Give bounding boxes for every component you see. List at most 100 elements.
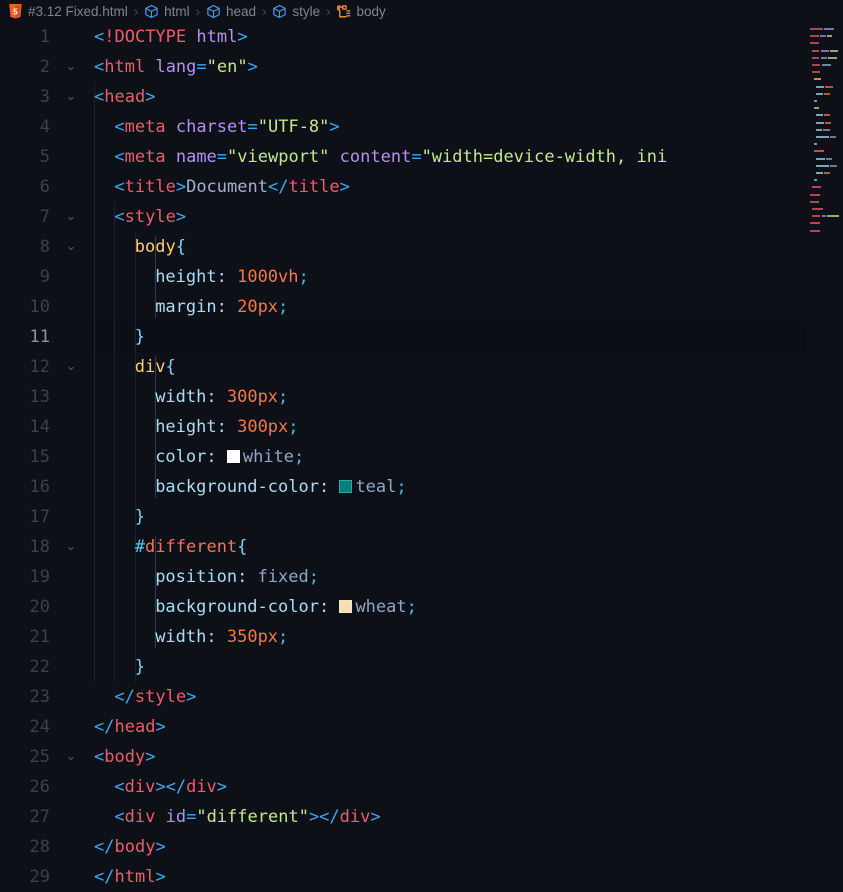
fold-chevron-down-icon[interactable]: ⌄ xyxy=(62,232,80,262)
code-line[interactable]: height: 300px; xyxy=(155,412,298,442)
minimap-line xyxy=(808,136,843,138)
symbol-class-icon xyxy=(206,4,221,19)
fold-chevron-down-icon[interactable]: ⌄ xyxy=(62,52,80,82)
code-line[interactable]: <meta name="viewport" content="width=dev… xyxy=(114,142,667,172)
code-token: = xyxy=(411,147,422,167)
breadcrumb-item-head[interactable]: head xyxy=(206,4,256,19)
code-token: : xyxy=(237,567,258,587)
symbol-rule-icon xyxy=(336,4,352,19)
code-line[interactable]: <div></div> xyxy=(114,772,227,802)
code-line[interactable]: <meta charset="UTF-8"> xyxy=(114,112,339,142)
color-swatch-icon[interactable] xyxy=(339,480,353,493)
line-number: 6 xyxy=(39,177,50,197)
code-line[interactable]: margin: 20px; xyxy=(155,292,288,322)
minimap[interactable] xyxy=(808,22,843,892)
minimap-line xyxy=(808,186,843,189)
code-token: </ xyxy=(114,687,135,707)
code-token: > xyxy=(155,837,166,857)
code-content[interactable]: <!DOCTYPE html> <html lang="en"> <head> <me… xyxy=(90,22,843,892)
fold-chevron-down-icon[interactable]: ⌄ xyxy=(62,352,80,382)
code-line[interactable]: body{ xyxy=(135,232,186,262)
code-token: : xyxy=(318,597,340,617)
code-line[interactable]: background-color: teal; xyxy=(155,472,406,502)
code-line[interactable]: <div id="different"></div> xyxy=(114,802,380,832)
code-line[interactable]: } xyxy=(135,652,145,682)
line-number: 28 xyxy=(29,837,50,857)
code-token: > xyxy=(247,57,258,77)
fold-chevron-down-icon[interactable]: ⌄ xyxy=(62,742,80,772)
code-line[interactable]: background-color: wheat; xyxy=(155,592,417,622)
code-line[interactable]: <title>Document</title> xyxy=(114,172,350,202)
line-number: 20 xyxy=(29,597,50,617)
line-number: 22 xyxy=(29,657,50,677)
minimap-token xyxy=(815,114,824,117)
code-line[interactable]: <head> xyxy=(94,82,155,112)
minimap-line xyxy=(808,200,843,203)
code-line[interactable]: color: white; xyxy=(155,442,304,472)
minimap-token xyxy=(824,114,831,117)
code-token: height xyxy=(155,417,217,437)
minimap-line xyxy=(808,121,843,124)
line-number: 13 xyxy=(29,387,50,407)
minimap-line xyxy=(808,208,843,210)
code-line[interactable]: <!DOCTYPE html> xyxy=(94,22,248,52)
code-line[interactable]: #different{ xyxy=(135,532,248,562)
code-line[interactable]: width: 350px; xyxy=(155,622,288,652)
code-token: < xyxy=(114,207,125,227)
code-line[interactable]: <style> xyxy=(114,202,186,232)
code-token: div xyxy=(186,777,217,797)
code-line[interactable]: position: fixed; xyxy=(155,562,319,592)
minimap-token xyxy=(813,100,817,102)
code-token: </ xyxy=(94,837,115,857)
code-token: 350px xyxy=(226,627,279,647)
code-line[interactable]: <body> xyxy=(94,742,155,772)
code-token: > xyxy=(145,87,156,107)
line-number: 18 xyxy=(29,537,50,557)
code-token: style xyxy=(134,687,187,707)
minimap-token xyxy=(811,71,821,74)
minimap-token xyxy=(821,215,827,218)
code-token: white xyxy=(242,447,295,467)
code-line[interactable]: </head> xyxy=(94,712,166,742)
code-line[interactable]: height: 1000vh; xyxy=(155,262,309,292)
code-line[interactable]: </body> xyxy=(94,832,166,862)
code-token: width xyxy=(155,627,207,647)
breadcrumb-item-style[interactable]: style xyxy=(272,4,320,19)
fold-chevron-down-icon[interactable]: ⌄ xyxy=(62,82,80,112)
minimap-token xyxy=(824,172,831,174)
code-token: !DOCTYPE xyxy=(104,27,187,47)
code-line[interactable]: <html lang="en"> xyxy=(94,52,258,82)
code-token: ; xyxy=(298,267,309,287)
code-token: html xyxy=(104,57,146,77)
code-token: { xyxy=(165,357,176,377)
code-line[interactable]: </style> xyxy=(114,682,196,712)
code-line[interactable]: width: 300px; xyxy=(155,382,288,412)
minimap-token xyxy=(830,49,838,52)
breadcrumb-separator: › xyxy=(326,3,331,19)
code-line[interactable]: } xyxy=(135,322,145,352)
code-line[interactable]: } xyxy=(135,502,145,532)
code-token: body xyxy=(104,747,146,767)
color-swatch-icon[interactable] xyxy=(226,450,240,463)
fold-chevron-down-icon[interactable]: ⌄ xyxy=(62,532,80,562)
minimap-token xyxy=(811,56,820,59)
code-token: name xyxy=(175,147,217,167)
minimap-line xyxy=(808,92,843,95)
line-number: 24 xyxy=(29,717,50,737)
minimap-line xyxy=(808,64,843,66)
breadcrumb-item-body[interactable]: body xyxy=(336,4,386,19)
vscode-editor-window: 5 #3.12 Fixed.html › html › head › style › body 1… xyxy=(0,0,843,892)
line-number: 16 xyxy=(29,477,50,497)
breadcrumb-item-label: #3.12 Fixed.html xyxy=(28,3,128,19)
breadcrumb-item-html[interactable]: html xyxy=(144,4,190,19)
code-line[interactable]: div{ xyxy=(135,352,176,382)
breadcrumb-item-3-12-fixed-html[interactable]: 5 #3.12 Fixed.html xyxy=(8,3,128,19)
line-number: 1 xyxy=(39,27,50,47)
code-line[interactable]: </html> xyxy=(94,862,166,892)
color-swatch-icon[interactable] xyxy=(339,600,353,613)
breadcrumb[interactable]: 5 #3.12 Fixed.html › html › head › style › body xyxy=(0,0,843,22)
fold-chevron-down-icon[interactable]: ⌄ xyxy=(62,202,80,232)
minimap-line xyxy=(808,193,843,196)
minimap-line xyxy=(808,100,843,102)
minimap-line xyxy=(808,172,843,174)
